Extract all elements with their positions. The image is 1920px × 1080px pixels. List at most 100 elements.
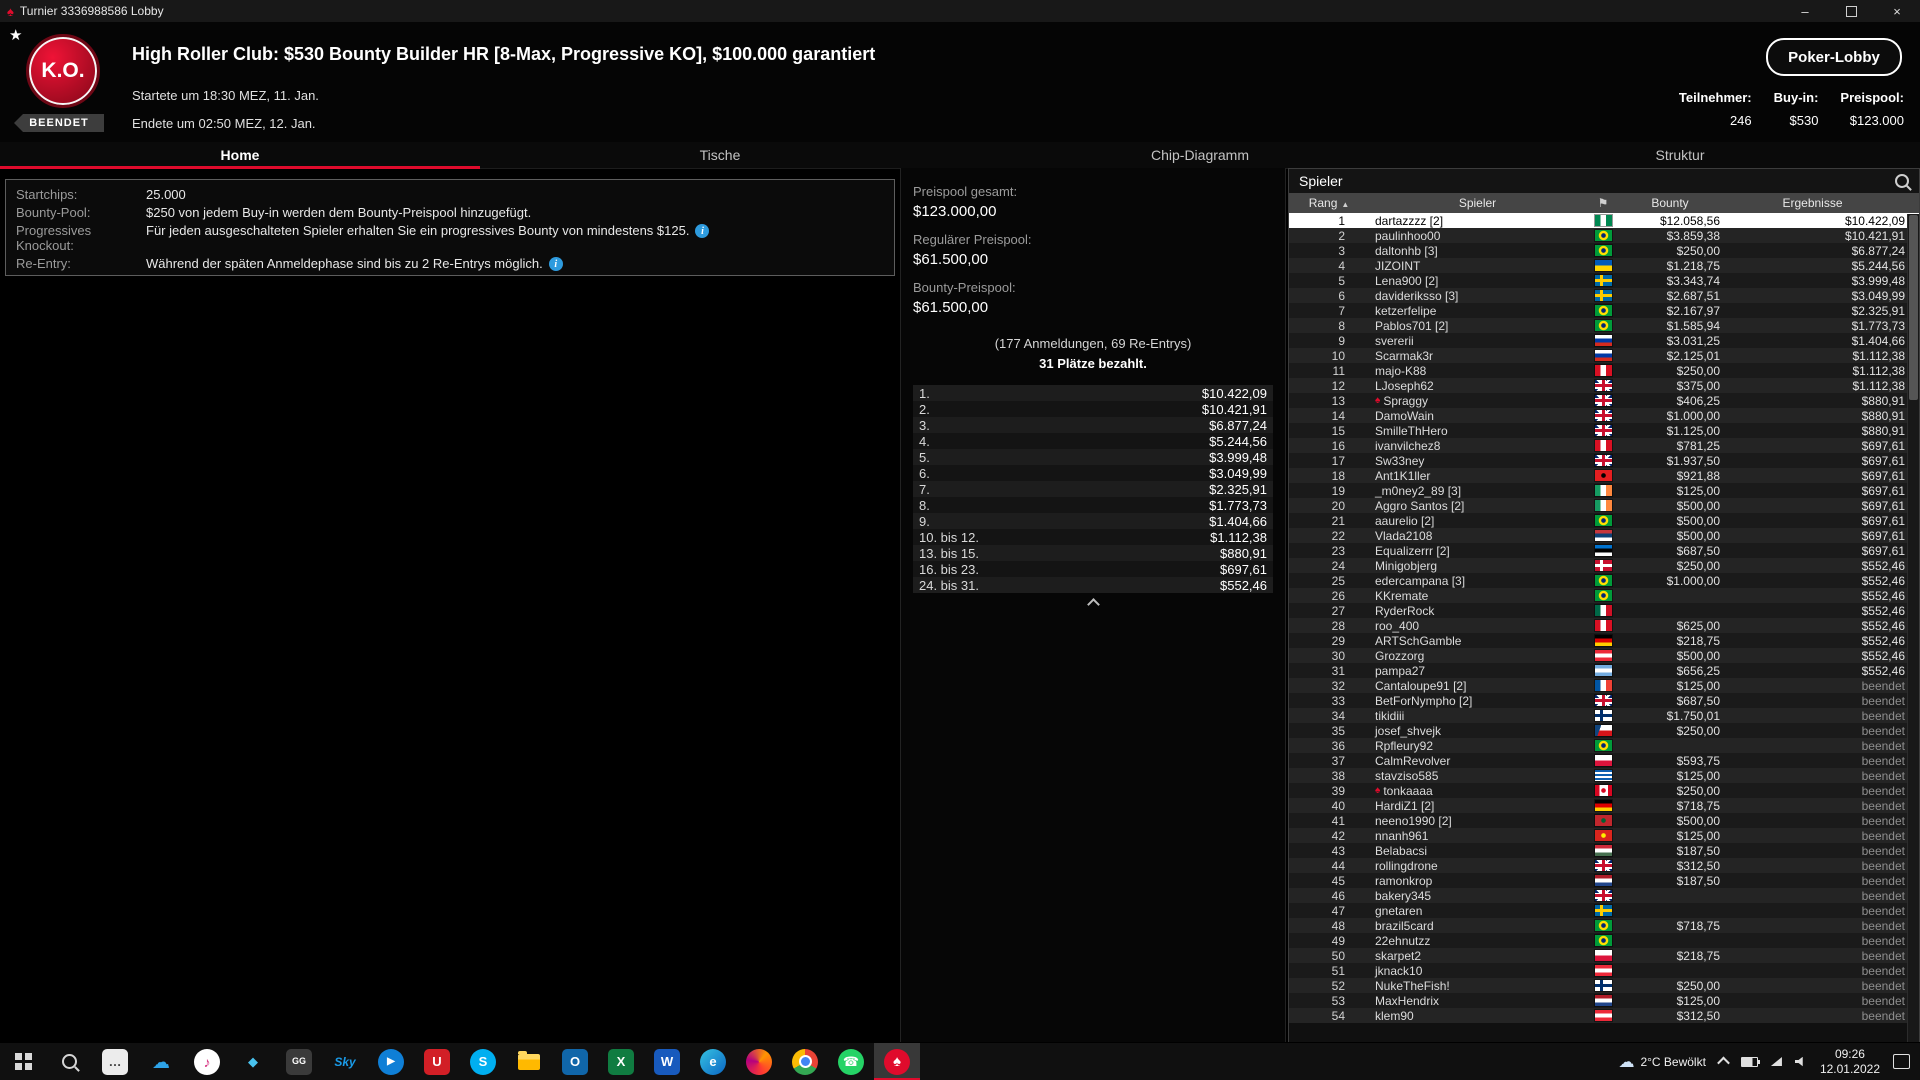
column-rank[interactable]: Rang ▲ — [1289, 196, 1369, 210]
table-row[interactable]: 31 pampa27 $656,25 $552,46 — [1289, 663, 1919, 678]
table-row[interactable]: 33 BetForNympho [2] $687,50 beendet — [1289, 693, 1919, 708]
table-row[interactable]: 34 tikidiii $1.750,01 beendet — [1289, 708, 1919, 723]
favorite-star-icon[interactable]: ★ — [9, 26, 22, 44]
dev-diamond-icon[interactable]: ◆ — [230, 1043, 276, 1080]
table-row[interactable]: 41 neeno1990 [2] $500,00 beendet — [1289, 813, 1919, 828]
cloud-app-icon[interactable]: ☁ — [138, 1043, 184, 1080]
whatsapp-icon[interactable]: ☎ — [828, 1043, 874, 1080]
table-row[interactable]: 25 edercampana [3] $1.000,00 $552,46 — [1289, 573, 1919, 588]
table-row[interactable]: 12 LJoseph62 $375,00 $1.112,38 — [1289, 378, 1919, 393]
column-bounty[interactable]: Bounty — [1620, 196, 1720, 210]
table-row[interactable]: 44 rollingdrone $312,50 beendet — [1289, 858, 1919, 873]
table-row[interactable]: 32 Cantaloupe91 [2] $125,00 beendet — [1289, 678, 1919, 693]
table-row[interactable]: 40 HardiZ1 [2] $718,75 beendet — [1289, 798, 1919, 813]
table-row[interactable]: 47 gnetaren beendet — [1289, 903, 1919, 918]
table-row[interactable]: 11 majo-K88 $250,00 $1.112,38 — [1289, 363, 1919, 378]
excel-icon[interactable]: X — [598, 1043, 644, 1080]
tab-struktur[interactable]: Struktur — [1440, 142, 1920, 168]
table-row[interactable]: 52 NukeTheFish! $250,00 beendet — [1289, 978, 1919, 993]
table-row[interactable]: 18 Ant1K1ller $921,88 $697,61 — [1289, 468, 1919, 483]
table-row[interactable]: 49 22ehnutzz beendet — [1289, 933, 1919, 948]
skype-icon[interactable]: S — [460, 1043, 506, 1080]
table-row[interactable]: 26 KKremate $552,46 — [1289, 588, 1919, 603]
table-row[interactable]: 14 DamoWain $1.000,00 $880,91 — [1289, 408, 1919, 423]
music-icon[interactable]: ♪ — [184, 1043, 230, 1080]
table-row[interactable]: 42 nnanh961 $125,00 beendet — [1289, 828, 1919, 843]
table-row[interactable]: 45 ramonkrop $187,50 beendet — [1289, 873, 1919, 888]
info-icon[interactable]: i — [695, 224, 710, 238]
table-row[interactable]: 2 paulinhoo00 $3.859,38 $10.421,91 — [1289, 228, 1919, 243]
table-row[interactable]: 50 skarpet2 $218,75 beendet — [1289, 948, 1919, 963]
video-icon[interactable]: ▶ — [368, 1043, 414, 1080]
table-row[interactable]: 23 Equalizerrr [2] $687,50 $697,61 — [1289, 543, 1919, 558]
search-icon[interactable] — [46, 1043, 92, 1080]
minimize-button[interactable]: – — [1782, 0, 1828, 22]
table-row[interactable]: 36 Rpfleury92 beendet — [1289, 738, 1919, 753]
payout-scroll-up[interactable] — [913, 596, 1273, 614]
chat-icon[interactable]: … — [92, 1043, 138, 1080]
table-row[interactable]: 28 roo_400 $625,00 $552,46 — [1289, 618, 1919, 633]
tab-tische[interactable]: Tische — [480, 142, 960, 168]
table-row[interactable]: 9 svererii $3.031,25 $1.404,66 — [1289, 333, 1919, 348]
players-scrollbar[interactable] — [1907, 214, 1919, 1042]
table-row[interactable]: 35 josef_shvejk $250,00 beendet — [1289, 723, 1919, 738]
table-row[interactable]: 27 RyderRock $552,46 — [1289, 603, 1919, 618]
u-app-icon[interactable]: U — [414, 1043, 460, 1080]
table-row[interactable]: 16 ivanvilchez8 $781,25 $697,61 — [1289, 438, 1919, 453]
gg-icon[interactable]: GG — [276, 1043, 322, 1080]
close-button[interactable]: × — [1874, 0, 1920, 22]
info-icon[interactable]: i — [548, 257, 563, 271]
tab-home[interactable]: Home — [0, 142, 480, 169]
table-row[interactable]: 24 Minigobjerg $250,00 $552,46 — [1289, 558, 1919, 573]
table-row[interactable]: 15 SmilleThHero $1.125,00 $880,91 — [1289, 423, 1919, 438]
taskbar-clock[interactable]: 09:26 12.01.2022 — [1820, 1047, 1880, 1077]
edge-icon[interactable]: e — [690, 1043, 736, 1080]
table-row[interactable]: 30 Grozzorg $500,00 $552,46 — [1289, 648, 1919, 663]
table-row[interactable]: 20 Aggro Santos [2] $500,00 $697,61 — [1289, 498, 1919, 513]
outlook-icon[interactable]: O — [552, 1043, 598, 1080]
firefox-icon[interactable] — [736, 1043, 782, 1080]
poker-lobby-button[interactable]: Poker-Lobby — [1766, 38, 1902, 76]
file-explorer-icon[interactable] — [506, 1043, 552, 1080]
table-row[interactable]: 53 MaxHendrix $125,00 beendet — [1289, 993, 1919, 1008]
table-row[interactable]: 38 stavziso585 $125,00 beendet — [1289, 768, 1919, 783]
weather-widget[interactable]: ☁ 2°C Bewölkt — [1618, 1052, 1706, 1072]
maximize-button[interactable] — [1828, 0, 1874, 22]
table-row[interactable]: 6 davideriksso [3] $2.687,51 $3.049,99 — [1289, 288, 1919, 303]
notification-center-icon[interactable] — [1893, 1054, 1910, 1069]
tab-chip-diagramm[interactable]: Chip-Diagramm — [960, 142, 1440, 168]
table-row[interactable]: 1 dartazzzz [2] $12.058,56 $10.422,09 — [1289, 213, 1919, 228]
table-row[interactable]: 22 Vlada2108 $500,00 $697,61 — [1289, 528, 1919, 543]
table-row[interactable]: 5 Lena900 [2] $3.343,74 $3.999,48 — [1289, 273, 1919, 288]
table-row[interactable]: 13 ♠ Spraggy $406,25 $880,91 — [1289, 393, 1919, 408]
table-row[interactable]: 17 Sw33ney $1.937,50 $697,61 — [1289, 453, 1919, 468]
battery-icon[interactable] — [1740, 1056, 1760, 1067]
table-row[interactable]: 19 _m0ney2_89 [3] $125,00 $697,61 — [1289, 483, 1919, 498]
start-icon[interactable] — [0, 1043, 46, 1080]
table-row[interactable]: 4 JIZOINT $1.218,75 $5.244,56 — [1289, 258, 1919, 273]
table-row[interactable]: 51 jknack10 beendet — [1289, 963, 1919, 978]
table-row[interactable]: 7 ketzerfelipe $2.167,97 $2.325,91 — [1289, 303, 1919, 318]
column-flag flag-icon[interactable]: ⚑ — [1586, 196, 1620, 210]
table-row[interactable]: 8 Pablos701 [2] $1.585,94 $1.773,73 — [1289, 318, 1919, 333]
column-player[interactable]: Spieler — [1369, 196, 1586, 210]
table-row[interactable]: 43 Belabacsi $187,50 beendet — [1289, 843, 1919, 858]
table-row[interactable]: 46 bakery345 beendet — [1289, 888, 1919, 903]
chrome-icon[interactable] — [782, 1043, 828, 1080]
table-row[interactable]: 48 brazil5card $718,75 beendet — [1289, 918, 1919, 933]
hidden-icons-chevron-icon[interactable] — [1717, 1056, 1730, 1070]
pokerstars-icon[interactable]: ♠ — [874, 1043, 920, 1080]
column-result[interactable]: Ergebnisse — [1720, 196, 1905, 210]
network-icon[interactable] — [1770, 1057, 1782, 1066]
table-row[interactable]: 39 ♠ tonkaaaa $250,00 beendet — [1289, 783, 1919, 798]
table-row[interactable]: 29 ARTSchGamble $218,75 $552,46 — [1289, 633, 1919, 648]
table-row[interactable]: 10 Scarmak3r $2.125,01 $1.112,38 — [1289, 348, 1919, 363]
scrollbar-thumb[interactable] — [1909, 215, 1918, 400]
search-icon[interactable] — [1895, 174, 1909, 188]
table-row[interactable]: 37 CalmRevolver $593,75 beendet — [1289, 753, 1919, 768]
table-row[interactable]: 3 daltonhb [3] $250,00 $6.877,24 — [1289, 243, 1919, 258]
table-row[interactable]: 21 aaurelio [2] $500,00 $697,61 — [1289, 513, 1919, 528]
word-icon[interactable]: W — [644, 1043, 690, 1080]
volume-icon[interactable] — [1794, 1056, 1803, 1067]
sky-icon[interactable]: Sky — [322, 1043, 368, 1080]
